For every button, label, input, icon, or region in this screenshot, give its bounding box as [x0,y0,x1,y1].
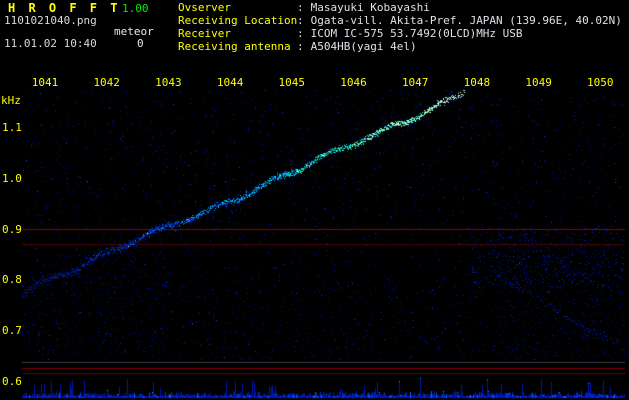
y-tick-label: 1.0 [2,171,22,185]
y-tick-label: 0.8 [2,273,22,287]
x-tick-label: 1050 [587,76,614,89]
y-tick-label: 0.9 [2,222,22,236]
info-colon: : [297,14,304,27]
info-row-location: Receiving Location: Ogata-vill. Akita-Pre… [178,14,622,27]
info-label: Receiving antenna [178,40,291,53]
output-filename: 1101021040.png [4,14,97,27]
info-colon: : [297,40,304,53]
info-label: Ovserver [178,1,231,14]
x-tick-label: 1043 [155,76,182,89]
station-info: Ovserver: Masayuki Kobayashi Receiving Lo… [178,1,622,53]
meteor-count-value: 0 [137,37,144,50]
info-row-receiver: Receiver: ICOM IC-575 53.7492(0LCD)MHz US… [178,27,622,40]
info-row-observer: Ovserver: Masayuki Kobayashi [178,1,622,14]
info-colon: : [297,1,304,14]
y-tick-label: 0.6 [2,375,22,388]
observation-datetime: 11.01.02 10:40 [4,37,97,50]
info-value: A504HB(yagi 4el) [310,40,417,53]
y-tick-label: 1.1 [2,121,22,134]
x-tick-label: 1045 [278,76,306,89]
x-tick-label: 1042 [93,76,120,89]
info-value: ICOM IC-575 53.7492(0LCD)MHz USB [310,27,523,40]
x-tick-label: 1047 [401,76,429,89]
info-value: Masayuki Kobayashi [310,1,430,14]
app-version: 1.00 [122,2,149,15]
info-colon: : [297,27,304,40]
app-title: H R O F F T [8,1,121,15]
x-tick-label: 1041 [31,76,59,89]
info-label: Receiving Location [178,14,298,27]
frequency-unit-label: kHz [1,94,21,107]
spectrogram-canvas [0,0,629,400]
y-tick-label: 0.7 [2,324,22,338]
x-tick-label: 1048 [463,76,491,89]
x-tick-label: 1046 [340,76,367,89]
info-value: Ogata-vill. Akita-Pref. JAPAN (139.96E, … [310,14,622,27]
info-row-antenna: Receiving antenna: A504HB(yagi 4el) [178,40,622,53]
meteor-count-label: meteor [114,25,154,38]
info-label: Receiver [178,27,231,40]
hrofft-window: H R O F F T 1.00 1101021040.png meteor 0… [0,0,629,400]
x-tick-label: 1049 [525,76,552,89]
x-tick-label: 1044 [216,76,244,89]
